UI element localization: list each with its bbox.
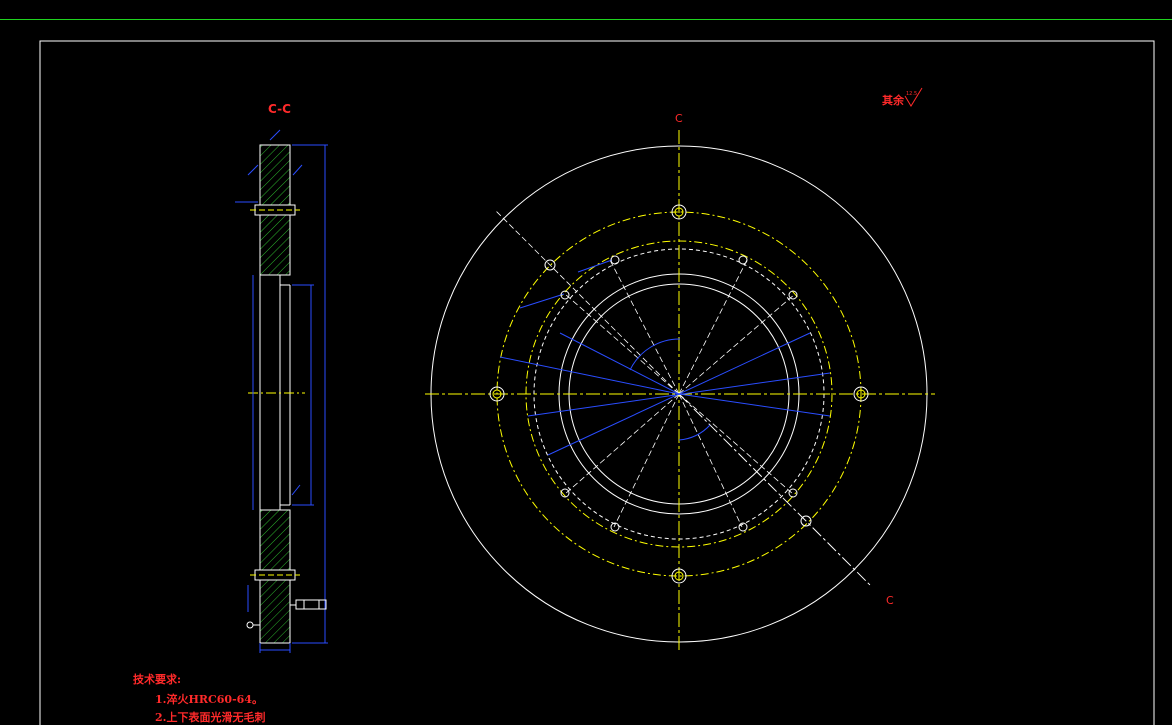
radial-lines	[494, 209, 796, 528]
tech-requirements: 技术要求: 1.淬火HRC60-64。 2.上下表面光滑无毛刺	[133, 672, 265, 724]
roughness-note-text: 其余	[882, 93, 905, 107]
tech-requirements-title: 技术要求:	[133, 672, 181, 686]
roughness-mark-top	[269, 129, 281, 141]
plan-dimensions	[499, 259, 831, 456]
roughness-mark-bore	[291, 484, 301, 496]
roughness-value: 12.5	[906, 91, 917, 97]
section-view: C-C	[235, 102, 328, 653]
roughness-mark-right	[292, 164, 303, 176]
datum-a-marker	[246, 621, 254, 629]
drawing-frame	[39, 40, 1155, 725]
tech-requirement-item-1: 1.淬火HRC60-64。	[155, 692, 263, 706]
cut-label-bottom: C	[886, 594, 894, 607]
roughness-mark-left	[247, 164, 259, 176]
roughness-note: 其余 12.5	[882, 87, 923, 107]
tech-requirement-item-2: 2.上下表面光滑无毛刺	[155, 710, 265, 724]
angle-arc	[629, 338, 681, 371]
section-cut-line	[678, 393, 871, 586]
tolerance-frame	[295, 599, 327, 610]
cad-drawing-canvas[interactable]: C-C C C 其余 12.5 技术要求: 1.淬火HRC60-64。 2.上下…	[0, 0, 1172, 725]
section-label: C-C	[268, 102, 291, 116]
cut-label-top: C	[675, 112, 683, 125]
plan-view: C C	[425, 112, 935, 650]
